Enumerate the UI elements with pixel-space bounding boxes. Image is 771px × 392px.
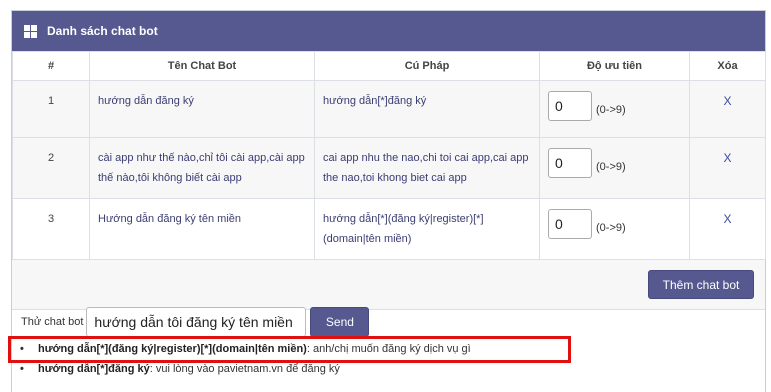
- delete-button[interactable]: X: [723, 151, 731, 165]
- row-name: hướng dẫn đăng ký: [89, 80, 315, 138]
- priority-input[interactable]: [548, 91, 592, 121]
- table-footer: Thêm chat bot: [12, 260, 765, 310]
- row-priority-cell: (0->9): [539, 137, 690, 199]
- priority-hint: (0->9): [596, 161, 626, 173]
- send-button[interactable]: Send: [310, 307, 370, 337]
- table-row: 2 cài app như thế nào,chỉ tôi cài app,cà…: [12, 137, 766, 199]
- chatbot-tester: Thử chat bot Send: [11, 307, 571, 337]
- priority-input[interactable]: [548, 209, 592, 239]
- col-header-priority: Độ ưu tiên: [539, 51, 690, 81]
- row-index: 3: [12, 198, 90, 260]
- table-row: 1 hướng dẫn đăng ký hướng dẫn[*]đăng ký …: [12, 80, 766, 138]
- add-chatbot-button[interactable]: Thêm chat bot: [648, 270, 754, 299]
- table-row: 3 Hướng dẫn đăng ký tên miền hướng dẫn[*…: [12, 198, 766, 260]
- priority-hint: (0->9): [596, 104, 626, 116]
- row-syntax: cai app nhu the nao,chi toi cai app,cai …: [314, 137, 540, 199]
- row-priority-cell: (0->9): [539, 198, 690, 260]
- row-index: 1: [12, 80, 90, 138]
- bullet-icon: •: [20, 363, 24, 375]
- row-name: cài app như thế nào,chỉ tôi cài app,cài …: [89, 137, 315, 199]
- priority-hint: (0->9): [596, 222, 626, 234]
- row-priority-cell: (0->9): [539, 80, 690, 138]
- col-header-index: #: [12, 51, 90, 81]
- row-index: 2: [12, 137, 90, 199]
- table-header-row: # Tên Chat Bot Cú Pháp Độ ưu tiên Xóa: [12, 51, 766, 81]
- panel-title: Danh sách chat bot: [47, 24, 158, 38]
- tester-input[interactable]: [86, 307, 307, 337]
- highlight-annotation: [8, 336, 571, 363]
- chatbot-table: # Tên Chat Bot Cú Pháp Độ ưu tiên Xóa 1 …: [12, 51, 766, 260]
- row-delete-cell: X: [689, 198, 766, 260]
- row-delete-cell: X: [689, 137, 766, 199]
- panel-header: Danh sách chat bot: [12, 11, 765, 51]
- row-syntax: hướng dẫn[*]đăng ký: [314, 80, 540, 138]
- result-reply: : vui lòng vào pavietnam.vn để đăng ký: [149, 363, 340, 375]
- result-pattern: hướng dẫn[*]đăng ký: [38, 363, 150, 375]
- delete-button[interactable]: X: [723, 212, 731, 226]
- delete-button[interactable]: X: [723, 94, 731, 108]
- col-header-delete: Xóa: [689, 51, 766, 81]
- row-name: Hướng dẫn đăng ký tên miền: [89, 198, 315, 260]
- priority-input[interactable]: [548, 148, 592, 178]
- row-syntax: hướng dẫn[*](đăng ký|register)[*](domain…: [314, 198, 540, 260]
- row-delete-cell: X: [689, 80, 766, 138]
- grid-icon: [24, 24, 37, 38]
- result-item: • hướng dẫn[*]đăng ký: vui lòng vào pavi…: [20, 361, 580, 381]
- col-header-syntax: Cú Pháp: [314, 51, 540, 81]
- col-header-name: Tên Chat Bot: [89, 51, 315, 81]
- tester-label: Thử chat bot: [21, 316, 84, 328]
